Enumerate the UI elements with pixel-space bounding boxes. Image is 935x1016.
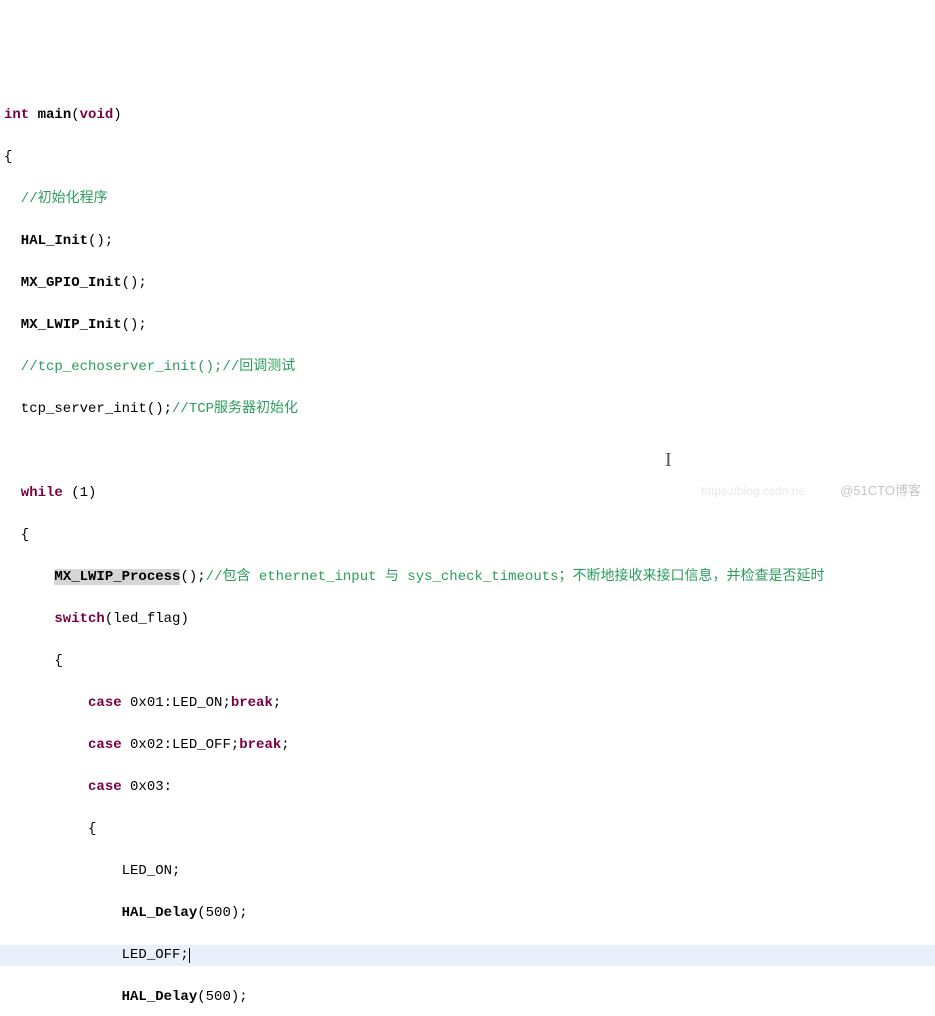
code-text: (); [122,275,147,291]
func-main: main [29,107,71,123]
func-hal-delay: HAL_Delay [4,989,197,1005]
func-hal-init: HAL_Init [4,233,88,249]
comment: //tcp_echoserver_init();//回调测试 [4,359,295,375]
code-text: (500); [197,989,247,1005]
code-line: HAL_Delay(500); [0,903,935,924]
code-text: 0x02:LED_OFF; [122,737,240,753]
code-line: tcp_server_init();//TCP服务器初始化 [0,399,935,420]
paren: ) [113,107,121,123]
comment: //初始化程序 [4,191,108,207]
func-hal-delay: HAL_Delay [4,905,197,921]
code-editor[interactable]: int main(void) { //初始化程序 HAL_Init(); MX_… [0,84,935,1016]
code-text: 0x01:LED_ON; [122,695,231,711]
keyword-break: break [231,695,273,711]
keyword-switch: switch [4,611,105,627]
func-mx-lwip-init: MX_LWIP_Init [4,317,122,333]
keyword-while: while [4,485,63,501]
code-line: case 0x03: [0,777,935,798]
code-line: case 0x02:LED_OFF;break; [0,735,935,756]
code-text: (500); [197,905,247,921]
code-line: { [0,147,935,168]
keyword-break: break [239,737,281,753]
code-text: (); [122,317,147,333]
keyword-int: int [4,107,29,123]
code-line: { [0,525,935,546]
code-text: 0x03: [122,779,172,795]
code-line: MX_LWIP_Init(); [0,315,935,336]
keyword-case: case [4,779,122,795]
func-mx-gpio-init: MX_GPIO_Init [4,275,122,291]
comment: //包含 ethernet_input 与 sys_check_timeouts… [206,569,825,585]
code-line [0,441,935,462]
code-line: //初始化程序 [0,189,935,210]
code-line: { [0,651,935,672]
code-line: { [0,819,935,840]
code-line: LED_ON; [0,861,935,882]
code-text: LED_OFF; [4,947,189,963]
keyword-void: void [80,107,114,123]
code-line: while (1) [0,483,935,504]
code-line: case 0x01:LED_ON;break; [0,693,935,714]
code-line: MX_LWIP_Process();//包含 ethernet_input 与 … [0,567,935,588]
paren: ( [71,107,79,123]
code-text: (1) [63,485,97,501]
code-text: (led_flag) [105,611,189,627]
comment: //TCP服务器初始化 [172,401,298,417]
code-line-current: LED_OFF; [0,945,935,966]
code-line: HAL_Init(); [0,231,935,252]
code-line: //tcp_echoserver_init();//回调测试 [0,357,935,378]
code-line: int main(void) [0,105,935,126]
code-text: (); [88,233,113,249]
code-line: MX_GPIO_Init(); [0,273,935,294]
keyword-case: case [4,737,122,753]
func-tcp-server-init: tcp_server_init(); [4,401,172,417]
semicolon: ; [273,695,281,711]
text-cursor [189,948,190,963]
keyword-case: case [4,695,122,711]
code-text: (); [180,569,205,585]
code-line: HAL_Delay(500); [0,987,935,1008]
code-line: switch(led_flag) [0,609,935,630]
func-mx-lwip-process: MX_LWIP_Process [54,569,180,585]
semicolon: ; [281,737,289,753]
